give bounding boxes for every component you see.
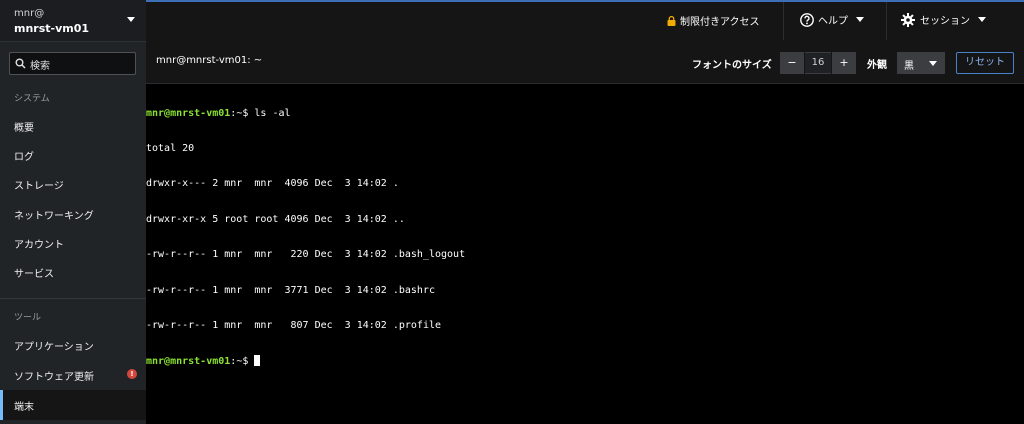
- nav-item-storage[interactable]: ストレージ: [0, 169, 146, 198]
- sidebar-divider: [0, 298, 146, 299]
- appearance-select[interactable]: 黒: [897, 52, 945, 74]
- host-switcher[interactable]: mnr@ mnrst-vm01: [0, 0, 146, 42]
- search-placeholder: 検索: [30, 61, 50, 72]
- terminal-output-line: total 20: [146, 142, 195, 154]
- font-size-decrease-button[interactable]: −: [780, 52, 804, 74]
- host-user: mnr@: [14, 8, 45, 19]
- font-size-label: フォントのサイズ: [692, 60, 772, 71]
- section-title-system: システム: [14, 94, 50, 104]
- divider: [886, 2, 887, 40]
- nav-item-label: ログ: [14, 152, 34, 163]
- terminal-screen[interactable]: mnr@mnrst-vm01:~$ ls -al total 20 drwxr-…: [146, 84, 1024, 424]
- prompt-path: :~$: [230, 356, 249, 368]
- font-size-increase-button[interactable]: +: [832, 52, 856, 74]
- nav-item-overview[interactable]: 概要: [0, 111, 146, 140]
- terminal-output-line: -rw-r--r-- 1 mnr mnr 3771 Dec 3 14:02 .b…: [146, 284, 435, 296]
- prompt-user-host: mnr@mnrst-vm01: [146, 107, 231, 119]
- caret-down-icon: [127, 17, 135, 22]
- nav-item-software-updates[interactable]: ソフトウェア更新 !: [0, 360, 146, 389]
- restricted-access-label: 制限付きアクセス: [680, 17, 760, 28]
- prompt-path: :~$: [230, 107, 249, 119]
- nav-item-services[interactable]: サービス: [0, 257, 146, 286]
- terminal-title: mnr@mnrst-vm01: ~: [156, 55, 263, 66]
- nav-item-label: 概要: [14, 123, 34, 134]
- terminal-output-line: -rw-r--r-- 1 mnr mnr 220 Dec 3 14:02 .ba…: [146, 249, 466, 261]
- nav-item-accounts[interactable]: アカウント: [0, 228, 146, 257]
- lock-icon: [667, 15, 676, 29]
- terminal-cursor: [254, 355, 261, 367]
- terminal-command-line: mnr@mnrst-vm01:~$ ls -al: [146, 108, 465, 120]
- terminal-output-line: drwxr-x--- 2 mnr mnr 4096 Dec 3 14:02 .: [146, 178, 399, 190]
- nav-item-logs[interactable]: ログ: [0, 140, 146, 169]
- section-title-tools: ツール: [14, 313, 42, 323]
- caret-down-icon: [929, 61, 937, 66]
- session-menu-button[interactable]: セッション: [901, 12, 986, 27]
- command-text: ls -al: [248, 107, 291, 119]
- caret-down-icon: [978, 17, 986, 22]
- caret-down-icon: [856, 17, 864, 22]
- sidebar: mnr@ mnrst-vm01 検索 システム 概要 ログ ストレージ ネットワ…: [0, 0, 146, 424]
- terminal-output-line: -rw-r--r-- 1 mnr mnr 807 Dec 3 14:02 .pr…: [146, 319, 442, 331]
- search-input[interactable]: 検索: [9, 52, 136, 75]
- terminal-prompt-line: mnr@mnrst-vm01:~$: [146, 355, 465, 368]
- divider: [783, 2, 784, 40]
- help-menu-button[interactable]: ヘルプ: [800, 12, 864, 27]
- nav-item-label: アカウント: [14, 240, 64, 251]
- nav-item-label: ソフトウェア更新: [14, 372, 94, 383]
- nav-item-label: ストレージ: [14, 181, 64, 192]
- masthead: 制限付きアクセス ヘルプ セッション: [146, 0, 1024, 40]
- font-size-value: 16: [805, 52, 831, 74]
- nav-item-applications[interactable]: アプリケーション: [0, 330, 146, 359]
- reset-button[interactable]: リセット: [956, 52, 1014, 74]
- nav-item-networking[interactable]: ネットワーキング: [0, 199, 146, 228]
- appearance-value: 黒: [904, 61, 914, 72]
- nav-item-label: ネットワーキング: [14, 211, 94, 222]
- nav-item-terminal[interactable]: 端末: [0, 390, 146, 420]
- nav-item-label: アプリケーション: [14, 342, 94, 353]
- restricted-access-button[interactable]: 制限付きアクセス: [667, 13, 760, 29]
- help-icon: [800, 13, 814, 27]
- appearance-label: 外観: [867, 60, 887, 71]
- gear-icon: [901, 13, 915, 27]
- terminal-output: mnr@mnrst-vm01:~$ ls -al total 20 drwxr-…: [146, 84, 465, 392]
- nav-item-label: 端末: [14, 402, 34, 413]
- session-label: セッション: [920, 16, 970, 27]
- terminal-output-line: drwxr-xr-x 5 root root 4096 Dec 3 14:02 …: [146, 213, 405, 225]
- help-label: ヘルプ: [818, 16, 848, 27]
- search-icon: [15, 58, 26, 69]
- nav-item-label: サービス: [14, 269, 54, 280]
- prompt-user-host: mnr@mnrst-vm01: [146, 356, 231, 368]
- terminal-toolbar: mnr@mnrst-vm01: ~ フォントのサイズ − 16 + 外観 黒 リ…: [146, 40, 1024, 84]
- host-name: mnrst-vm01: [14, 22, 90, 35]
- alert-badge-icon: !: [127, 369, 137, 379]
